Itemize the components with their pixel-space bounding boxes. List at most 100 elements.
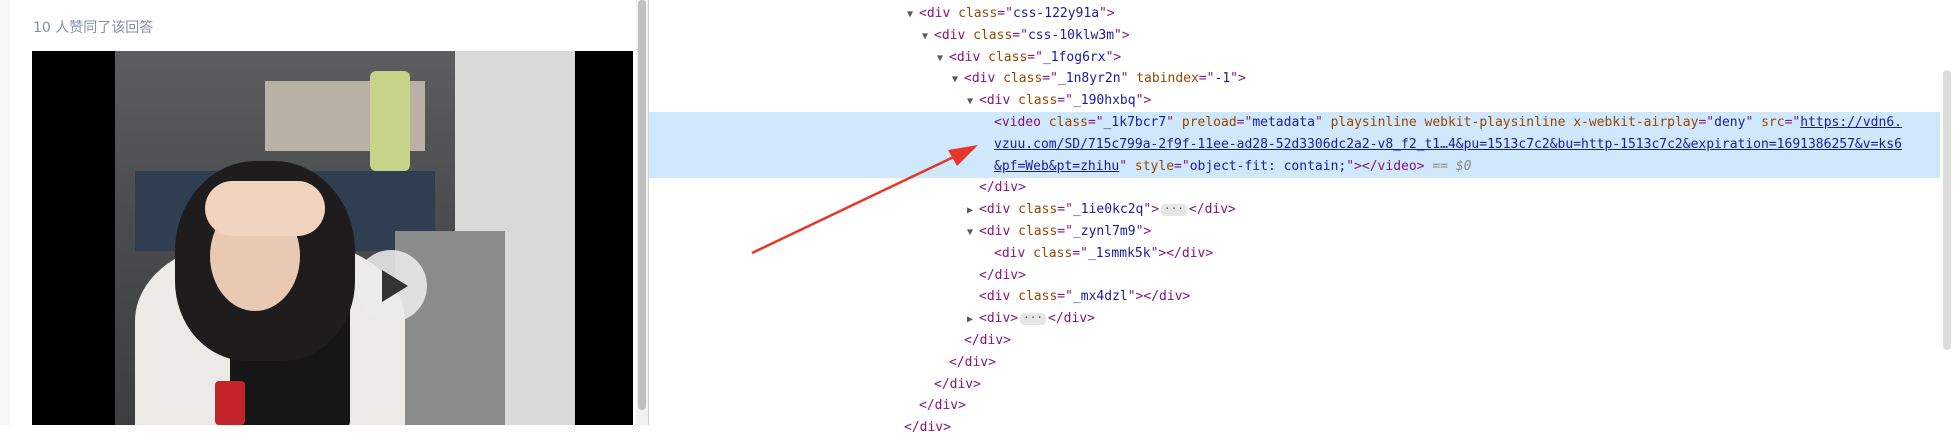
play-button[interactable]	[355, 250, 427, 322]
collapse-triangle-icon[interactable]: ▶	[967, 309, 979, 331]
code-token: class	[1018, 202, 1058, 218]
dom-node-row[interactable]: ▼ <div class="css-122y91a">	[649, 3, 1940, 25]
ellipsis-badge[interactable]: ···	[1020, 312, 1047, 325]
collapse-triangle-icon[interactable]: ▶	[967, 200, 979, 222]
code-token: "></div>	[1127, 289, 1191, 305]
code-token: </div>	[1048, 311, 1095, 327]
page-scroll-thumb[interactable]	[638, 0, 646, 410]
src-link[interactable]: https://vdn6.	[1800, 115, 1902, 130]
code-token: src	[1761, 115, 1785, 130]
dom-node-row[interactable]: <div class="_1smmk5k"></div>	[649, 243, 1940, 265]
code-token: <div	[979, 93, 1019, 109]
code-token: </div>	[1188, 202, 1236, 218]
code-token: "	[1745, 115, 1762, 130]
play-icon	[382, 270, 408, 302]
code-token: "	[1119, 158, 1135, 174]
code-token: <div	[979, 289, 1019, 305]
page-scrollbar[interactable]	[636, 0, 648, 425]
code-token: deny	[1714, 115, 1746, 130]
code-token: _mx4dzl	[1072, 289, 1128, 305]
code-token: == $0	[1424, 158, 1472, 174]
code-token: class	[1048, 115, 1088, 130]
dom-node-row[interactable]: </div>	[649, 374, 1940, 396]
code-token: ="	[1042, 71, 1058, 87]
dom-node-row[interactable]: ▼ <div class="css-10klw3m">	[649, 25, 1940, 47]
expand-triangle-icon[interactable]: ▼	[937, 48, 949, 70]
code-token: ="	[1087, 115, 1104, 130]
code-token: ="	[1057, 224, 1073, 239]
code-token: <div	[919, 6, 959, 21]
video-thumbnail	[115, 51, 575, 425]
code-token: </div>	[919, 398, 966, 414]
code-token: style	[1134, 158, 1175, 174]
code-token: class	[1018, 93, 1058, 109]
expand-triangle-icon[interactable]: ▼	[952, 69, 964, 91]
code-token: class	[958, 6, 998, 21]
code-token: _1n8yr2n	[1057, 71, 1121, 87]
answer-card: 10 人赞同了该回答	[10, 0, 636, 425]
code-token: ="	[1027, 49, 1043, 65]
dom-node-row[interactable]: ▼ <div class="_1fog6rx">	[649, 47, 1940, 69]
dom-node-row[interactable]: vzuu.com/SD/715c799a-2f9f-11ee-ad28-52d3…	[649, 133, 1940, 156]
code-token: _190hxbq	[1072, 93, 1136, 109]
dom-node-row[interactable]: ▼ <div class="_1n8yr2n" tabindex="-1">	[649, 68, 1940, 90]
code-token: css-122y91a	[1012, 6, 1100, 21]
person-hand-shape	[205, 181, 325, 236]
expand-triangle-icon[interactable]: ▼	[967, 222, 979, 244]
dom-node-row[interactable]: <div class="_mx4dzl"></div>	[649, 286, 1940, 308]
dom-node-row[interactable]: </div>	[649, 395, 1940, 417]
code-token: ="	[1012, 27, 1028, 43]
code-token: -1	[1214, 71, 1231, 87]
ellipsis-badge[interactable]: ···	[1161, 203, 1187, 216]
dom-node-row[interactable]: ▶ <div> ··· </div>	[649, 308, 1940, 330]
code-token: ="	[1198, 71, 1215, 87]
code-token: ="	[1174, 158, 1190, 174]
expand-triangle-icon[interactable]: ▼	[967, 91, 979, 113]
code-token: </div>	[904, 420, 951, 436]
code-token: </div>	[964, 333, 1011, 348]
dom-node-row[interactable]: ▼ <div class="_190hxbq">	[649, 90, 1940, 112]
expand-triangle-icon[interactable]: ▼	[922, 26, 934, 48]
code-token: </div>	[934, 376, 981, 392]
devtools-scroll-thumb[interactable]	[1943, 70, 1951, 350]
code-token: <div	[994, 245, 1034, 261]
dom-node-row[interactable]: </div>	[649, 352, 1940, 374]
code-token: _1fog6rx	[1042, 49, 1106, 65]
code-token: preload	[1181, 115, 1237, 130]
devtools-scrollbar[interactable]	[1940, 0, 1954, 425]
code-token: ">	[1114, 27, 1130, 43]
code-token: _1ie0kc2q	[1072, 202, 1144, 218]
code-token: "	[1166, 115, 1182, 130]
dom-node-row[interactable]: </div>	[649, 330, 1940, 352]
code-token: class	[1018, 289, 1058, 305]
code-token: class	[1033, 245, 1073, 261]
src-link[interactable]: &pf=Web&pt=zhihu	[994, 159, 1119, 174]
code-token: <div	[949, 49, 989, 65]
dom-node-row[interactable]: ▶ <div class="_1ie0kc2q"> ··· </div>	[649, 199, 1940, 221]
src-link[interactable]: vzuu.com/SD/715c799a-2f9f-11ee-ad28-52d3…	[994, 137, 1902, 152]
video-player[interactable]	[32, 51, 633, 425]
dom-node-row[interactable]: ▼ <div class="_zynl7m9">	[649, 221, 1940, 243]
code-token: ="	[997, 6, 1013, 21]
code-token: css-10klw3m	[1027, 27, 1115, 43]
code-token: ">	[1105, 49, 1122, 65]
code-token: ="	[1784, 115, 1801, 130]
code-token: ="	[1236, 115, 1253, 130]
dom-node-row[interactable]: </div>	[649, 417, 1940, 439]
code-token: _1smmk5k	[1087, 245, 1151, 261]
code-token: "	[1120, 71, 1137, 87]
dom-node-row[interactable]: &pf=Web&pt=zhihu" style="object-fit: con…	[649, 155, 1940, 178]
devtools-elements-panel: ··· ▼<div class="css-122y91a">▼<div clas…	[649, 0, 1940, 435]
drink-can-shape	[215, 381, 245, 425]
code-token: <div	[979, 202, 1019, 218]
dom-node-row[interactable]: <video class="_1k7bcr7" preload="metadat…	[649, 112, 1940, 134]
code-token: <div>	[979, 311, 1019, 327]
code-token: ">	[1230, 71, 1246, 87]
code-token: "></div>	[1150, 245, 1214, 261]
code-token: class	[973, 27, 1013, 43]
dom-node-row[interactable]: </div>	[649, 177, 1940, 199]
code-token: </div>	[979, 180, 1026, 196]
code-token: ="	[1072, 245, 1088, 261]
expand-triangle-icon[interactable]: ▼	[907, 4, 919, 26]
dom-node-row[interactable]: </div>	[649, 265, 1940, 287]
